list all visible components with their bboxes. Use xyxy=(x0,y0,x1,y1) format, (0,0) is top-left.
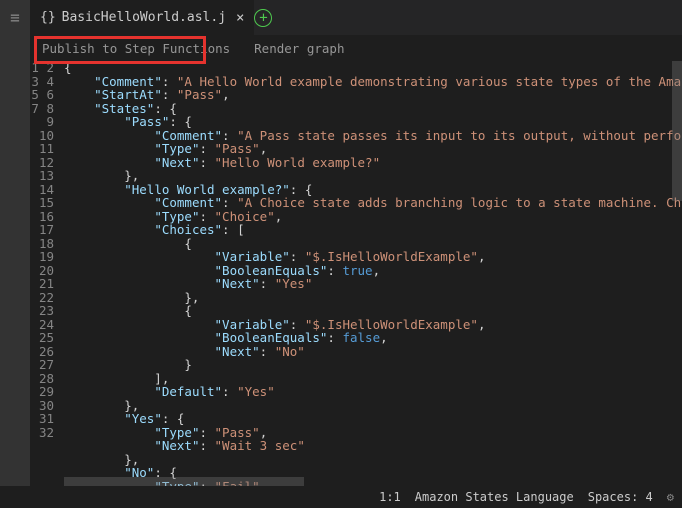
line-numbers: 1 2 3 4 5 6 7 8 9 10 11 12 13 14 15 16 1… xyxy=(30,61,64,486)
toolbar: Publish to Step Functions Render graph xyxy=(30,35,682,61)
status-spaces[interactable]: Spaces: 4 xyxy=(588,490,653,504)
tab-bar: {} BasicHelloWorld.asl.j × + xyxy=(30,0,284,35)
vertical-scrollbar[interactable] xyxy=(672,61,682,201)
code-content[interactable]: { "Comment": "A Hello World example demo… xyxy=(64,61,682,486)
editor[interactable]: 1 2 3 4 5 6 7 8 9 10 11 12 13 14 15 16 1… xyxy=(30,61,682,486)
render-graph-button[interactable]: Render graph xyxy=(254,41,344,56)
status-cursor[interactable]: 1:1 xyxy=(379,490,401,504)
horizontal-scrollbar[interactable] xyxy=(64,477,304,486)
statusbar: 1:1 Amazon States Language Spaces: 4 ⚙ xyxy=(0,486,682,508)
activity-bar: ≡ xyxy=(0,0,30,508)
json-icon: {} xyxy=(40,10,56,25)
gear-icon[interactable]: ⚙ xyxy=(667,490,674,504)
titlebar: {} BasicHelloWorld.asl.j × + xyxy=(0,0,682,35)
status-language[interactable]: Amazon States Language xyxy=(415,490,574,504)
tab-filename: BasicHelloWorld.asl.j xyxy=(62,10,226,25)
plus-icon[interactable]: + xyxy=(254,9,272,27)
close-icon[interactable]: × xyxy=(236,10,244,26)
tab-actions: + xyxy=(254,9,284,27)
publish-button[interactable]: Publish to Step Functions xyxy=(42,41,230,56)
menu-icon[interactable]: ≡ xyxy=(10,8,20,27)
file-tab[interactable]: {} BasicHelloWorld.asl.j × xyxy=(30,0,254,35)
